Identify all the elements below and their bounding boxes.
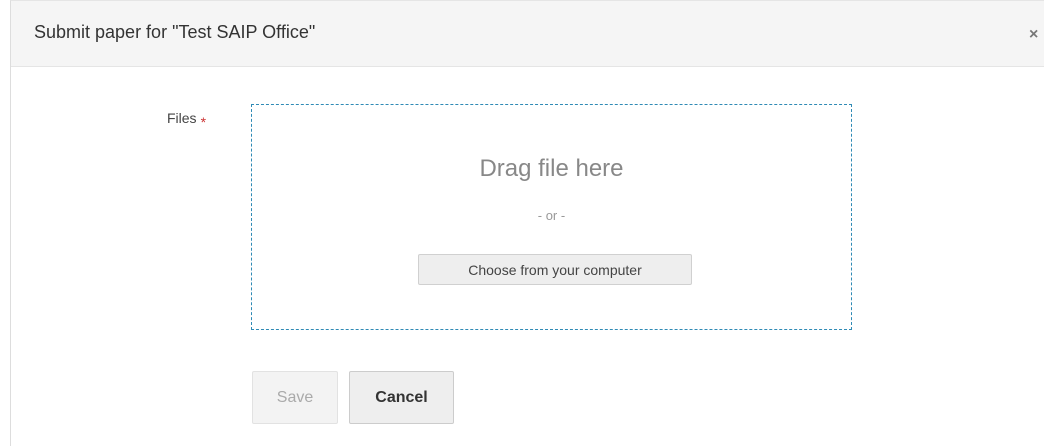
file-drop-zone[interactable]: Drag file here - or - Choose from your c… [251,104,852,330]
files-label-text: Files [167,110,197,126]
save-button[interactable]: Save [252,371,338,424]
required-asterisk-icon: * [200,114,207,130]
dialog-title: Submit paper for "Test SAIP Office" [34,22,316,42]
submit-paper-dialog: Submit paper for "Test SAIP Office" × Fi… [10,0,1044,446]
drop-zone-or: - or - [537,208,566,223]
drop-zone-title: Drag file here [479,155,624,182]
cancel-button[interactable]: Cancel [349,371,454,424]
files-field-label: Files * [167,110,206,130]
close-icon[interactable]: × [1029,25,1044,45]
choose-file-button[interactable]: Choose from your computer [418,254,692,285]
dialog-header: Submit paper for "Test SAIP Office" [11,1,1044,67]
